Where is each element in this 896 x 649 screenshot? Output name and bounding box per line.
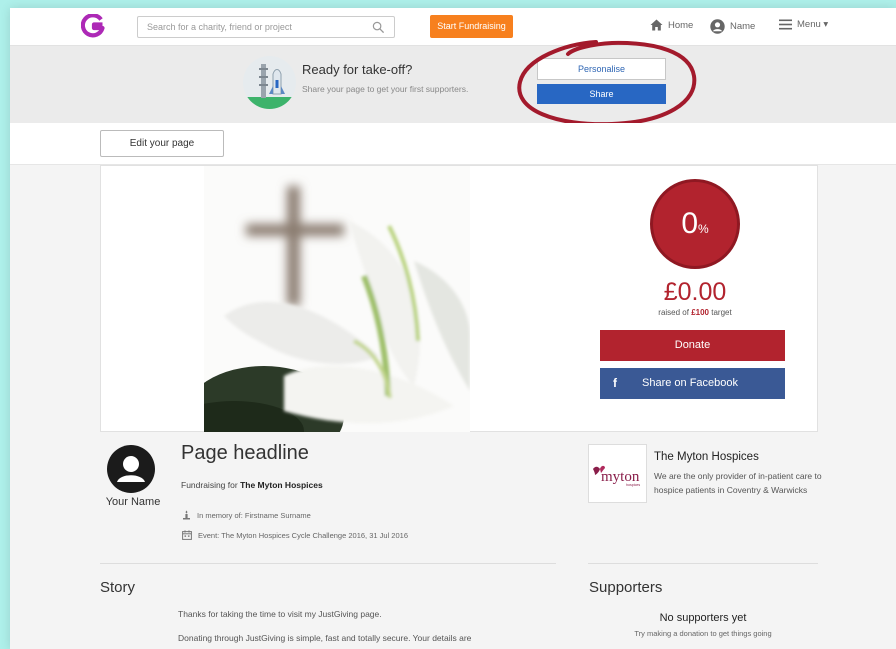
candle-icon xyxy=(183,510,190,520)
facebook-icon: f xyxy=(613,376,617,390)
nav-home-link[interactable]: Home xyxy=(650,19,693,31)
raised-prefix: raised of xyxy=(658,308,689,317)
charity-description: We are the only provider of in-patient c… xyxy=(654,471,822,495)
no-supporters-title: No supporters yet xyxy=(659,612,747,624)
event-text: Event: The Myton Hospices Cycle Challeng… xyxy=(198,530,408,540)
nav-menu-button[interactable]: Menu ▾ xyxy=(779,19,828,30)
search-input[interactable]: Search for a charity, friend or project xyxy=(137,16,395,38)
charity-logo-subtext: hospices xyxy=(626,483,640,487)
progress-percent-value: 0 xyxy=(681,207,698,240)
raised-suffix: target xyxy=(711,308,732,317)
event-line: Event: The Myton Hospices Cycle Challeng… xyxy=(182,530,408,540)
fundraising-for: Fundraising for The Myton Hospices xyxy=(181,480,323,490)
nav-menu-label: Menu ▾ xyxy=(797,19,829,30)
hero-card: 0% £0.00 raised of £100 target Donate f … xyxy=(100,165,818,432)
nav-user-label: Name xyxy=(730,21,756,32)
rocket-illustration-icon xyxy=(243,56,296,109)
edit-bar: Edit your page xyxy=(10,123,896,165)
home-icon xyxy=(650,19,663,31)
search-placeholder: Search for a charity, friend or project xyxy=(147,22,292,32)
story-paragraph: Donating through JustGiving is simple, f… xyxy=(178,633,472,643)
lily-cross-photo xyxy=(204,166,470,432)
browser-frame: Search for a charity, friend or project … xyxy=(10,8,896,649)
personalise-button[interactable]: Personalise xyxy=(537,58,666,80)
share-facebook-button[interactable]: f Share on Facebook xyxy=(600,368,785,399)
story-paragraph: Thanks for taking the time to visit my J… xyxy=(178,609,382,619)
divider xyxy=(588,563,818,564)
in-memory-line: In memory of: Firstname Surname xyxy=(182,510,311,520)
hamburger-icon xyxy=(779,19,792,30)
amount-raised: £0.00 xyxy=(663,278,727,306)
justgiving-logo-icon[interactable] xyxy=(81,14,105,38)
share-button[interactable]: Share xyxy=(537,84,666,104)
target-amount: £100 xyxy=(691,308,709,317)
banner-subtitle: Share your page to get your first suppor… xyxy=(302,84,469,94)
charity-logo[interactable]: myton hospices xyxy=(588,444,647,503)
in-memory-text: In memory of: Firstname Surname xyxy=(197,510,311,520)
share-facebook-label: Share on Facebook xyxy=(642,377,739,389)
fundraising-prefix: Fundraising for xyxy=(181,480,238,490)
banner-title: Ready for take-off? xyxy=(302,62,413,77)
fundraising-charity-link[interactable]: The Myton Hospices xyxy=(240,480,323,490)
search-icon[interactable] xyxy=(372,21,385,34)
divider xyxy=(100,563,556,564)
charity-name[interactable]: The Myton Hospices xyxy=(654,451,759,463)
user-icon xyxy=(710,19,725,34)
nav-user-link[interactable]: Name xyxy=(710,19,755,34)
nav-home-label: Home xyxy=(668,19,694,31)
story-heading: Story xyxy=(100,579,136,596)
calendar-icon xyxy=(182,530,192,540)
progress-percent-circle: 0% xyxy=(650,179,740,269)
donate-button[interactable]: Donate xyxy=(600,330,785,361)
raised-of-target: raised of £100 target xyxy=(600,308,790,317)
page-headline[interactable]: Page headline xyxy=(181,442,309,465)
edit-page-button[interactable]: Edit your page xyxy=(100,130,224,157)
start-fundraising-button[interactable]: Start Fundraising xyxy=(430,15,513,38)
progress-percent-sign: % xyxy=(698,222,709,236)
no-supporters-subtitle: Try making a donation to get things goin… xyxy=(634,629,772,638)
takeoff-banner: Ready for take-off? Share your page to g… xyxy=(10,46,896,123)
avatar[interactable] xyxy=(107,445,155,493)
top-navbar: Search for a charity, friend or project … xyxy=(10,8,896,46)
supporters-heading: Supporters xyxy=(589,579,663,596)
fundraiser-name: Your Name xyxy=(105,496,161,508)
